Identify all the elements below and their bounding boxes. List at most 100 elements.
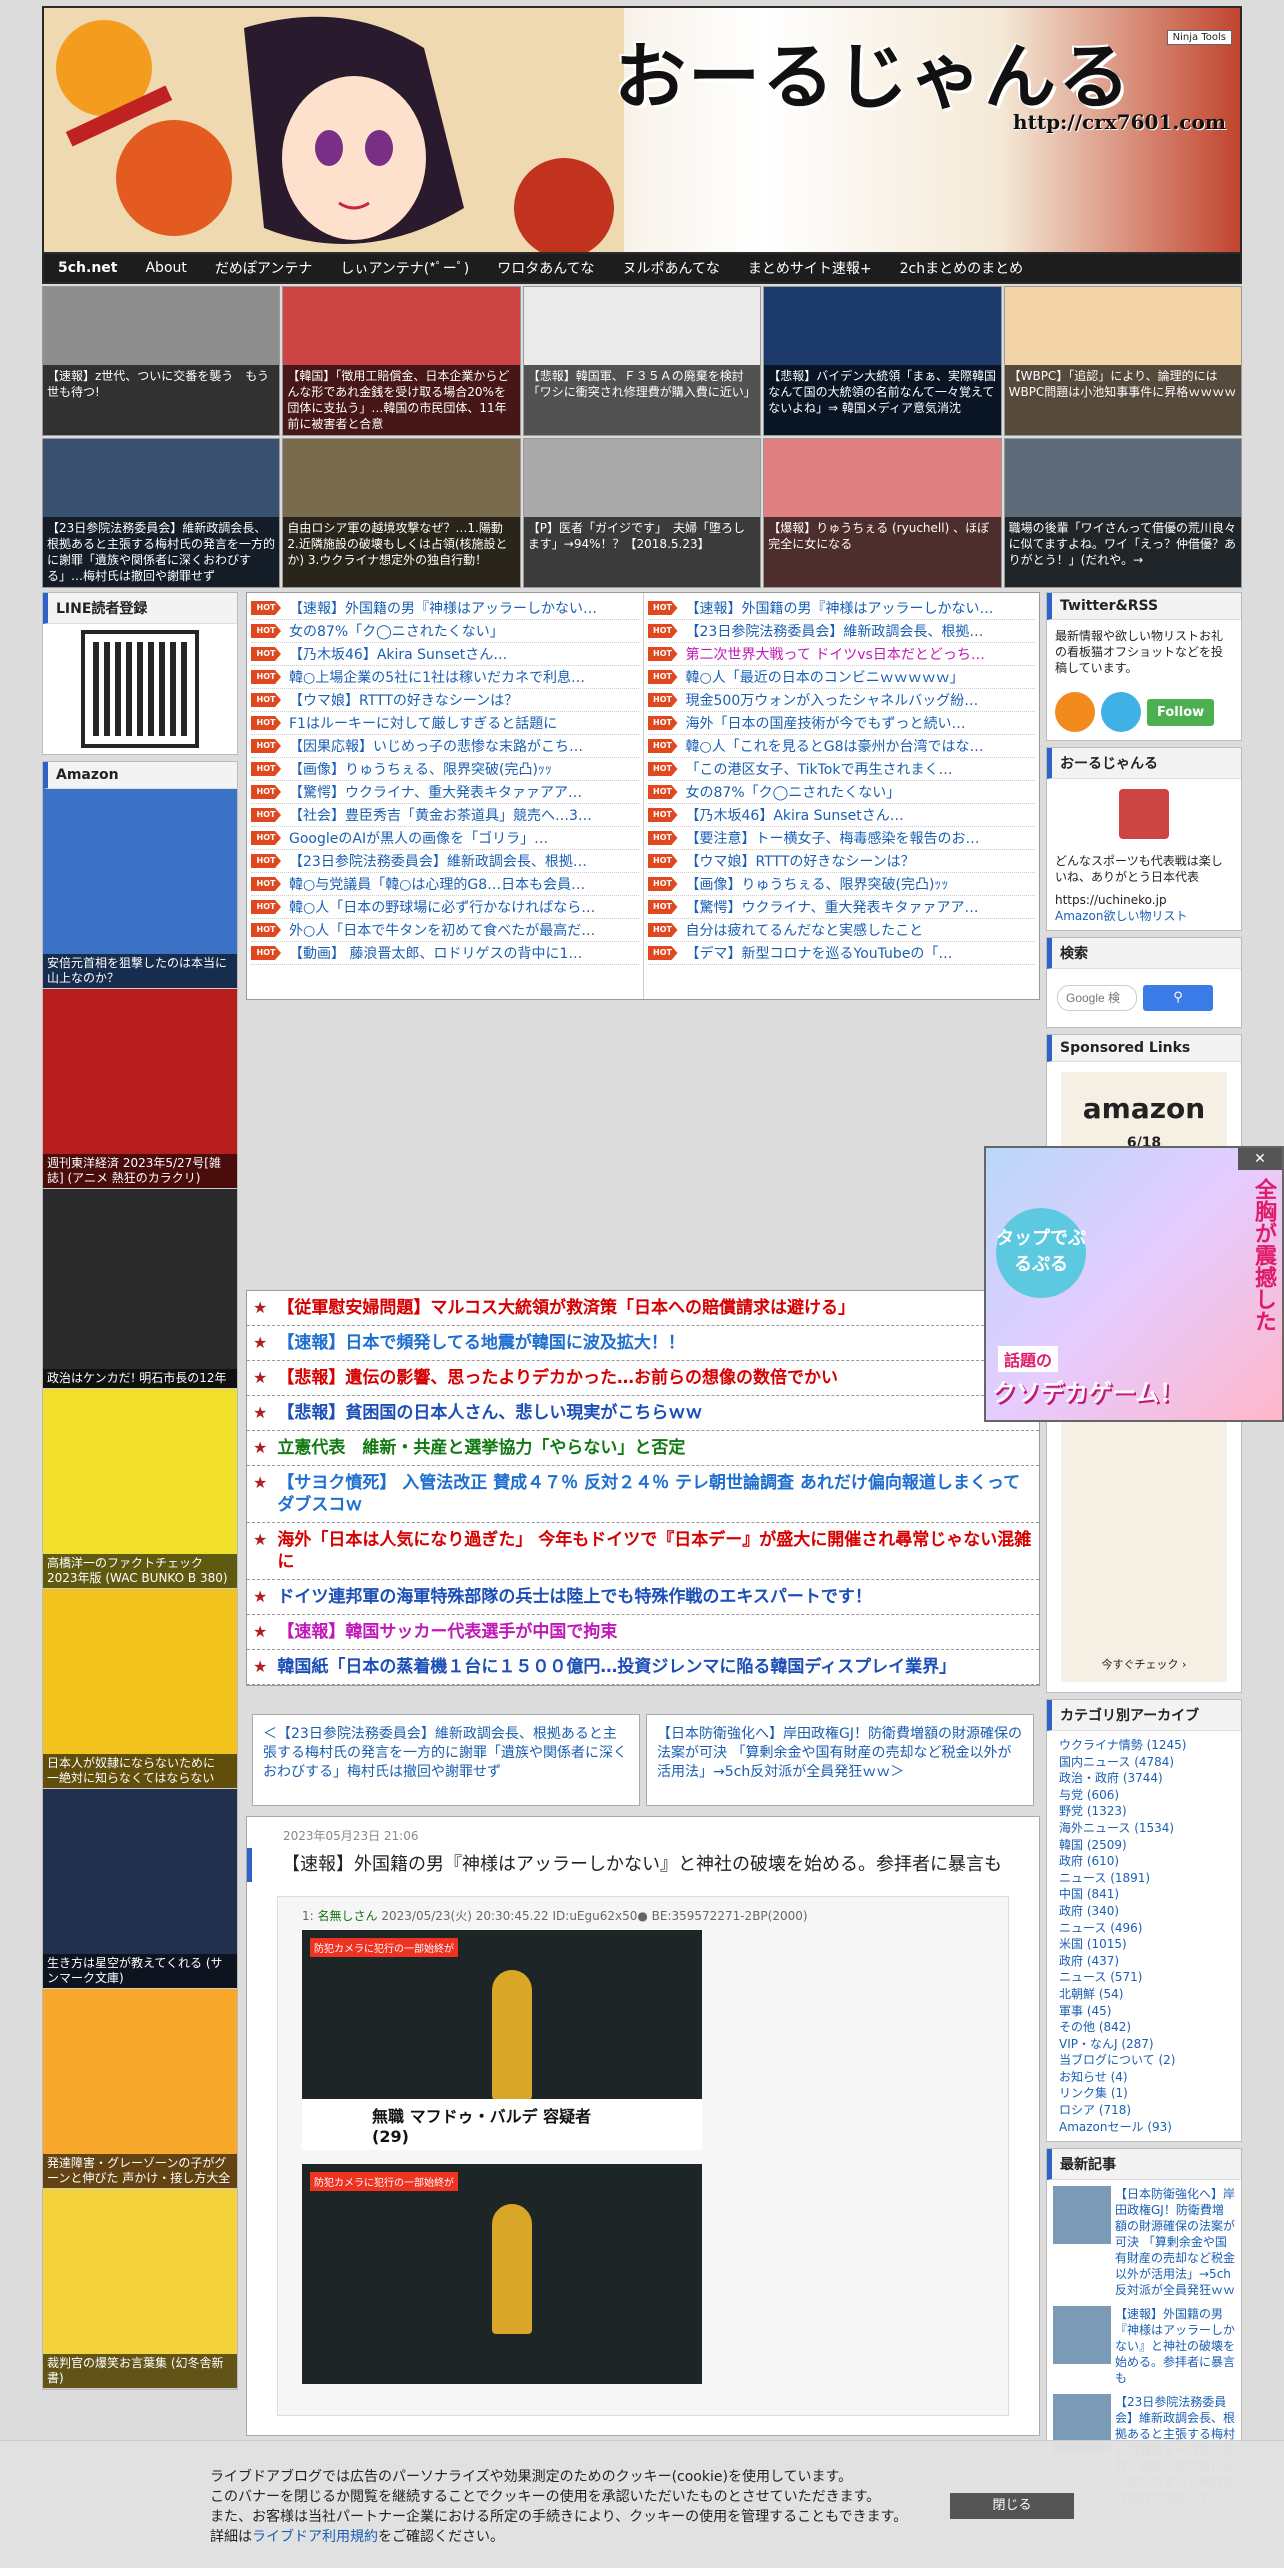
link-item-text[interactable]: 【画像】りゅうちぇる、限界突破(完凸)ｯｯ	[686, 874, 949, 894]
link-item-text[interactable]: 【因果応報】いじめっ子の悲惨な末路がこち…	[289, 736, 583, 756]
amazon-book[interactable]: 安倍元首相を狙撃したのは本当に山上なのか？	[43, 789, 237, 989]
site-header[interactable]: Ninja Tools おーるじゃんる http://crx7601.com	[42, 6, 1242, 254]
category-link[interactable]: 国内ニュース (4784)	[1059, 1754, 1229, 1771]
thumbnail-item[interactable]: 【23日参院法務委員会】維新政調会長、根拠あると主張する梅村氏の発言を一方的に謝…	[42, 438, 281, 588]
category-link[interactable]: 政府 (340)	[1059, 1903, 1229, 1920]
link-item-text[interactable]: 外○人「日本で牛タンを初めて食べたが最高だ…	[289, 920, 595, 940]
recent-item[interactable]: 【日本防衛強化へ】岸田政権GJ！防衛費増額の財源確保の法案が可決 「算剰余金や国…	[1053, 2186, 1235, 2298]
category-link[interactable]: 政府 (437)	[1059, 1953, 1229, 1970]
link-item-text[interactable]: 【23日参院法務委員会】維新政調会長、根拠…	[289, 851, 587, 871]
ninja-tools-badge[interactable]: Ninja Tools	[1166, 30, 1232, 45]
ranking-link[interactable]: 【悲報】遺伝の影響、思ったよりデカかった…お前らの想像の数倍でかい	[277, 1367, 838, 1389]
thumbnail-item[interactable]: 自由ロシア軍の越境攻撃なぜ？…1.陽動 2.近隣施設の破壊もしくは占領(核施設と…	[282, 438, 521, 588]
ranking-link[interactable]: 立憲代表 維新・共産と選挙協力「やらない」と否定	[277, 1437, 685, 1459]
ranking-link[interactable]: 韓国紙「日本の蒸着機１台に１５００億円…投資ジレンマに陥る韓国ディスプレイ業界」	[277, 1656, 956, 1678]
ranking-link[interactable]: 【サヨク憤死】 入管法改正 賛成４７％ 反対２４％ テレ朝世論調査 あれだけ偏向…	[277, 1472, 1033, 1516]
amazon-book[interactable]: 日本人が奴隷にならないために 一絶対に知らなくてはならない	[43, 1589, 237, 1789]
thumbnail-item[interactable]: 【速報】z世代、ついに交番を襲う もう世も待つ!	[42, 286, 281, 436]
amazon-book[interactable]: 政治はケンカだ! 明石市長の12年	[43, 1189, 237, 1389]
nav-link-about[interactable]: About	[131, 260, 200, 276]
ranking-link[interactable]: ドイツ連邦軍の海軍特殊部隊の兵士は陸上でも特殊作戦のエキスパートです！	[277, 1586, 872, 1608]
ranking-link[interactable]: 【速報】韓国サッカー代表選手が中国で拘束	[277, 1621, 617, 1643]
twitter-icon[interactable]	[1101, 692, 1141, 732]
link-item-text[interactable]: 【23日参院法務委員会】維新政調会長、根拠…	[686, 621, 984, 641]
link-item-text[interactable]: 【速報】外国籍の男『神様はアッラーしかない…	[686, 598, 994, 618]
link-item-text[interactable]: 【画像】りゅうちぇる、限界突破(完凸)ｯｯ	[289, 759, 552, 779]
link-item-text[interactable]: 第二次世界大戦って ドイツvs日本だとどっち…	[686, 644, 985, 664]
ranking-link[interactable]: 【従軍慰安婦問題】マルコス大統領が救済策「日本への賠償請求は避ける」	[277, 1297, 855, 1319]
link-item-text[interactable]: 【乃木坂46】Akira Sunsetさん…	[686, 805, 904, 825]
link-item-text[interactable]: 【動画】 藤浪晋太郎、ロドリゲスの背中に1…	[289, 943, 582, 963]
category-link[interactable]: ロシア (718)	[1059, 2102, 1229, 2119]
floating-ad[interactable]: ✕ タップでぷるぷる 全胸が震撼した 話題の クソデカゲーム！	[984, 1146, 1284, 1422]
link-item-text[interactable]: 韓○人「これを見るとG8は豪州か台湾ではな…	[686, 736, 984, 756]
link-item-text[interactable]: 女の87%「ク◯ニされたくない」	[686, 782, 901, 802]
ranking-link[interactable]: 【速報】日本で頻発してる地震が韓国に波及拡大！！	[277, 1332, 685, 1354]
recent-item[interactable]: 【速報】外国籍の男『神様はアッラーしかない』と神社の破壊を始める。参拝者に暴言も	[1053, 2306, 1235, 2386]
link-item-text[interactable]: 韓○人「日本の野球場に必ず行かなければなら…	[289, 897, 595, 917]
category-link[interactable]: 政治・政府 (3744)	[1059, 1770, 1229, 1787]
wishlist-link[interactable]: Amazon欲しい物リスト	[1047, 907, 1241, 930]
link-item-text[interactable]: 【ウマ娘】RTTTの好きなシーンは？	[289, 690, 518, 710]
recent-link[interactable]: 【速報】外国籍の男『神様はアッラーしかない』と神社の破壊を始める。参拝者に暴言も	[1115, 2306, 1235, 2386]
nav-link-damepo[interactable]: だめぽアンテナ	[201, 258, 326, 278]
link-item-text[interactable]: 【要注意】トー横女子、梅毒感染を報告のお…	[686, 828, 980, 848]
next-article-link[interactable]: 【日本防衛強化へ】岸田政権GJ！防衛費増額の財源確保の法案が可決 「算剰余金や国…	[646, 1714, 1034, 1806]
line-qr-code[interactable]	[81, 630, 199, 748]
link-item-text[interactable]: 女の87%「ク◯ニされたくない」	[289, 621, 504, 641]
close-icon[interactable]: ✕	[1238, 1148, 1282, 1170]
search-button[interactable]: ⚲	[1143, 985, 1213, 1011]
ranking-link[interactable]: 海外「日本は人気になり過ぎた」 今年もドイツで『日本デー』が盛大に開催され尋常じ…	[277, 1529, 1033, 1573]
link-item-text[interactable]: F1はルーキーに対して厳しすぎると話題に	[289, 713, 557, 733]
category-link[interactable]: お知らせ (4)	[1059, 2069, 1229, 2086]
link-item-text[interactable]: 「この港区女子、TikTokで再生されまく…	[686, 759, 953, 779]
site-url[interactable]: http://crx7601.com	[1013, 110, 1226, 134]
category-link[interactable]: 米国 (1015)	[1059, 1936, 1229, 1953]
nav-link-2ch[interactable]: 2chまとめのまとめ	[886, 258, 1037, 278]
rss-icon[interactable]	[1055, 692, 1095, 732]
category-link[interactable]: その他 (842)	[1059, 2019, 1229, 2036]
link-item-text[interactable]: 海外「日本の国産技術が今でもずっと続い…	[686, 713, 966, 733]
nav-link-warota[interactable]: ワロタあんてな	[483, 258, 608, 278]
follow-button[interactable]: Follow	[1147, 698, 1215, 726]
nav-link-matome[interactable]: まとめサイト速報+	[734, 258, 886, 278]
category-link[interactable]: ウクライナ情勢 (1245)	[1059, 1737, 1229, 1754]
nav-link-shii[interactable]: しぃアンテナ(*ﾟーﾟ)	[326, 258, 483, 278]
thumbnail-item[interactable]: 職場の後輩「ワイさんって借優の荒川良々に似てますよね。ワイ「えっ？仲借優？ありが…	[1003, 438, 1242, 588]
amazon-book[interactable]: 裁判官の爆笑お言葉集 (幻冬舎新書)	[43, 2189, 237, 2389]
nav-link-5ch[interactable]: 5ch.net	[44, 260, 131, 276]
recent-link[interactable]: 【日本防衛強化へ】岸田政権GJ！防衛費増額の財源確保の法案が可決 「算剰余金や国…	[1115, 2186, 1235, 2298]
link-item-text[interactable]: 韓○上場企業の5社に1社は稼いだカネで利息…	[289, 667, 585, 687]
link-item-text[interactable]: 【デマ】新型コロナを巡るYouTubeの「…	[686, 943, 953, 963]
category-link[interactable]: 政府 (610)	[1059, 1853, 1229, 1870]
category-link[interactable]: 与党 (606)	[1059, 1787, 1229, 1804]
amazon-book[interactable]: 高橋洋一のファクトチェック 2023年版 (WAC BUNKO B 380)	[43, 1389, 237, 1589]
link-item-text[interactable]: 【速報】外国籍の男『神様はアッラーしかない…	[289, 598, 597, 618]
category-link[interactable]: 北朝鮮 (54)	[1059, 1986, 1229, 2003]
post-image[interactable]: 防犯カメラに犯行の一部始終が 無職 マフドゥ・バルデ 容疑者 (29)	[302, 1930, 702, 2150]
category-link[interactable]: 軍事 (45)	[1059, 2003, 1229, 2020]
link-item-text[interactable]: 【驚愕】ウクライナ、重大発表キタァァアア…	[686, 897, 979, 917]
link-item-text[interactable]: 韓○与党議員「韓○は心理的G8…日本も会員…	[289, 874, 585, 894]
category-link[interactable]: ニュース (496)	[1059, 1920, 1229, 1937]
search-input[interactable]	[1057, 985, 1137, 1011]
category-link[interactable]: VIP・なんJ (287)	[1059, 2036, 1229, 2053]
category-link[interactable]: リンク集 (1)	[1059, 2085, 1229, 2102]
thumbnail-item[interactable]: 【P】医者「ガイジです」 夫婦「堕ろします」→94%！？【2018.5.23】	[522, 438, 762, 588]
link-item-text[interactable]: GoogleのAIが黒人の画像を「ゴリラ」…	[289, 828, 548, 848]
thumbnail-item[interactable]: 【韓国】「徴用工賠償金、日本企業からどんな形であれ金銭を受け取る場合20%を団体…	[282, 286, 521, 436]
link-item-text[interactable]: 自分は疲れてるんだなと実感したこと	[686, 920, 924, 940]
prev-article-link[interactable]: ＜【23日参院法務委員会】維新政調会長、根拠あると主張する梅村氏の発言を一方的に…	[252, 1714, 640, 1806]
category-link[interactable]: 中国 (841)	[1059, 1886, 1229, 1903]
link-item-text[interactable]: 現金500万ウォンが入ったシャネルバッグ紛…	[686, 690, 979, 710]
category-link[interactable]: ニュース (571)	[1059, 1969, 1229, 1986]
link-item-text[interactable]: 【驚愕】ウクライナ、重大発表キタァァアア…	[289, 782, 582, 802]
link-item-text[interactable]: 韓○人「最近の日本のコンビニｗｗｗｗｗ」	[686, 667, 964, 687]
category-link[interactable]: Amazonセール (93)	[1059, 2119, 1229, 2136]
amazon-check[interactable]: 今すぐチェック ›	[1061, 1656, 1227, 1672]
terms-link[interactable]: ライブドア利用規約	[252, 2529, 378, 2545]
amazon-book[interactable]: 発達障害・グレーゾーンの子がグーンと伸びた 声かけ・接し方大全	[43, 1989, 237, 2189]
thumbnail-item[interactable]: 【悲報】韓国軍、Ｆ３５Ａの廃棄を検討「ワシに衝突され修理費が購入費に近い」	[522, 286, 762, 436]
post-image-2[interactable]: 防犯カメラに犯行の一部始終が	[302, 2164, 702, 2384]
site-title[interactable]: おーるじゃんる	[614, 18, 1132, 123]
